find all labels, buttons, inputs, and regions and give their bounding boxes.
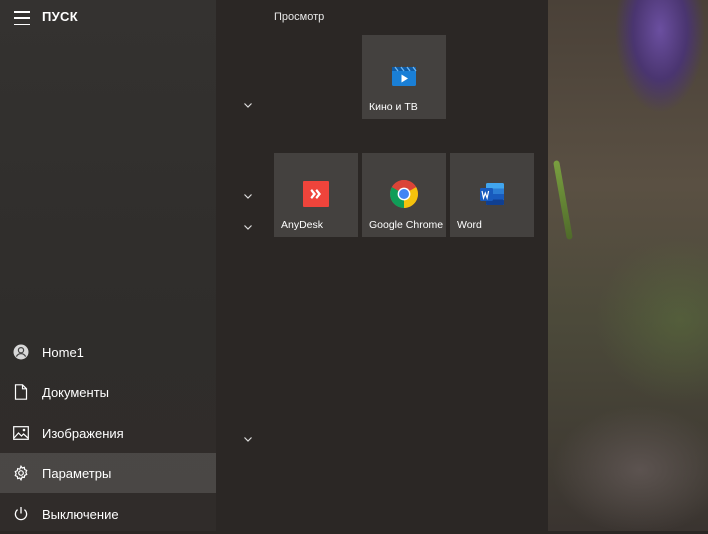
tile-label: AnyDesk <box>281 219 324 231</box>
tile-label: Google Chrome <box>369 219 444 231</box>
sidebar-item-label: Документы <box>42 384 110 400</box>
tile-movies-tv[interactable]: Кино и ТВ <box>362 35 446 119</box>
sidebar-item-user[interactable]: Home1 <box>0 332 216 372</box>
tile-anydesk[interactable]: AnyDesk <box>274 153 358 237</box>
sidebar-item-power[interactable]: Выключение <box>0 494 216 534</box>
tile-google-chrome[interactable]: Google Chrome <box>362 153 446 237</box>
image-icon <box>13 425 29 441</box>
gear-icon <box>13 465 29 481</box>
hamburger-menu-icon[interactable] <box>14 11 30 25</box>
desktop-wallpaper <box>540 0 708 531</box>
power-icon <box>13 506 29 522</box>
chevron-down-icon[interactable] <box>243 435 253 443</box>
chevron-down-icon[interactable] <box>243 101 253 109</box>
chrome-icon <box>390 180 418 208</box>
sidebar-item-images[interactable]: Изображения <box>0 413 216 453</box>
movies-tv-icon <box>392 66 417 86</box>
start-menu: ПУСК Home1 Документы Изображения Парамет… <box>0 0 548 531</box>
tile-label: Word <box>457 219 482 231</box>
word-icon <box>480 183 504 205</box>
start-sidebar: ПУСК Home1 Документы Изображения Парамет… <box>0 0 216 531</box>
document-icon <box>13 384 29 400</box>
start-title: ПУСК <box>42 9 78 24</box>
sidebar-item-label: Параметры <box>42 465 112 481</box>
sidebar-item-settings[interactable]: Параметры <box>0 453 216 493</box>
chevron-down-icon[interactable] <box>243 223 253 231</box>
tile-label: Кино и ТВ <box>369 101 418 113</box>
tile-word[interactable]: Word <box>450 153 534 237</box>
wallpaper-stem <box>553 160 573 240</box>
user-icon <box>13 344 29 360</box>
sidebar-item-documents[interactable]: Документы <box>0 372 216 412</box>
anydesk-icon <box>303 181 329 207</box>
chevron-down-icon[interactable] <box>243 192 253 200</box>
sidebar-item-label: Изображения <box>42 425 124 441</box>
tile-group-label[interactable]: Просмотр <box>274 11 324 23</box>
sidebar-item-label: Home1 <box>42 344 84 360</box>
sidebar-item-label: Выключение <box>42 506 119 522</box>
